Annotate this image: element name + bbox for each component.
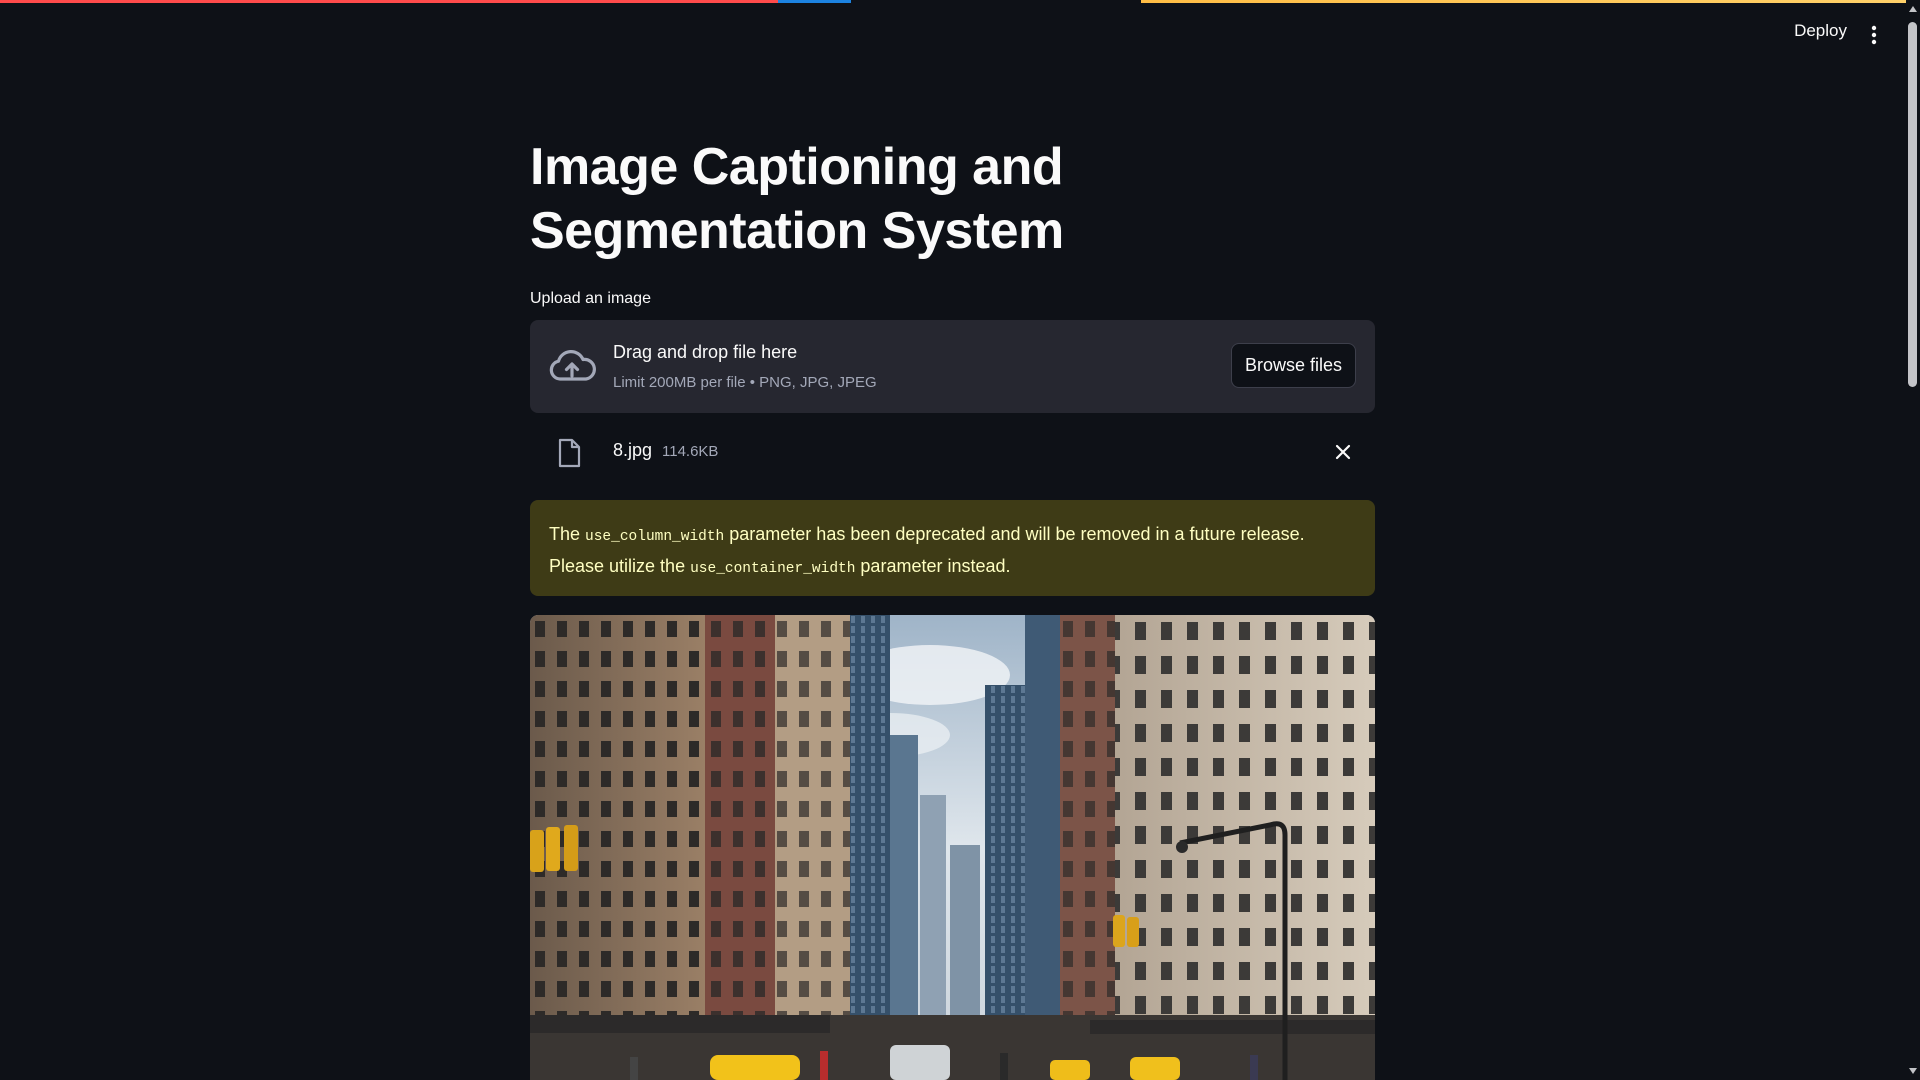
warning-code-container-width: use_container_width: [690, 561, 856, 577]
page-title: Image Captioning and Segmentation System: [530, 138, 1064, 260]
close-icon[interactable]: [1333, 442, 1353, 462]
deploy-button[interactable]: Deploy: [1794, 21, 1847, 41]
deprecation-warning: The use_column_width parameter has been …: [530, 500, 1375, 596]
file-dropzone[interactable]: Drag and drop file here Limit 200MB per …: [530, 320, 1375, 413]
kebab-menu-icon[interactable]: [1871, 25, 1877, 45]
dropzone-limit-text: Limit 200MB per file • PNG, JPG, JPEG: [613, 374, 877, 391]
warning-code-column-width: use_column_width: [585, 529, 725, 545]
uploaded-file-name: 8.jpg: [613, 440, 653, 460]
uploaded-file-size: 114.6KB: [662, 443, 719, 460]
scroll-up-arrow-icon[interactable]: [1909, 6, 1917, 12]
street-photo-illustration: [530, 615, 1375, 1080]
cloud-upload-icon: [548, 347, 596, 387]
warning-text-part3: parameter instead.: [855, 556, 1011, 576]
scrollbar[interactable]: [1906, 0, 1920, 1080]
scrollbar-thumb[interactable]: [1908, 22, 1917, 387]
dropzone-instructions: Drag and drop file here: [613, 342, 798, 362]
uploaded-file-item: 8.jpg 114.6KB: [530, 430, 1375, 480]
scroll-down-arrow-icon[interactable]: [1909, 1068, 1917, 1074]
uploaded-image: [530, 615, 1375, 1080]
app-header: Deploy: [0, 3, 1905, 67]
warning-text-part1: The: [549, 524, 586, 544]
uploader-label: Upload an image: [530, 290, 651, 307]
browse-files-button[interactable]: Browse files: [1231, 343, 1356, 388]
file-icon: [557, 438, 581, 468]
